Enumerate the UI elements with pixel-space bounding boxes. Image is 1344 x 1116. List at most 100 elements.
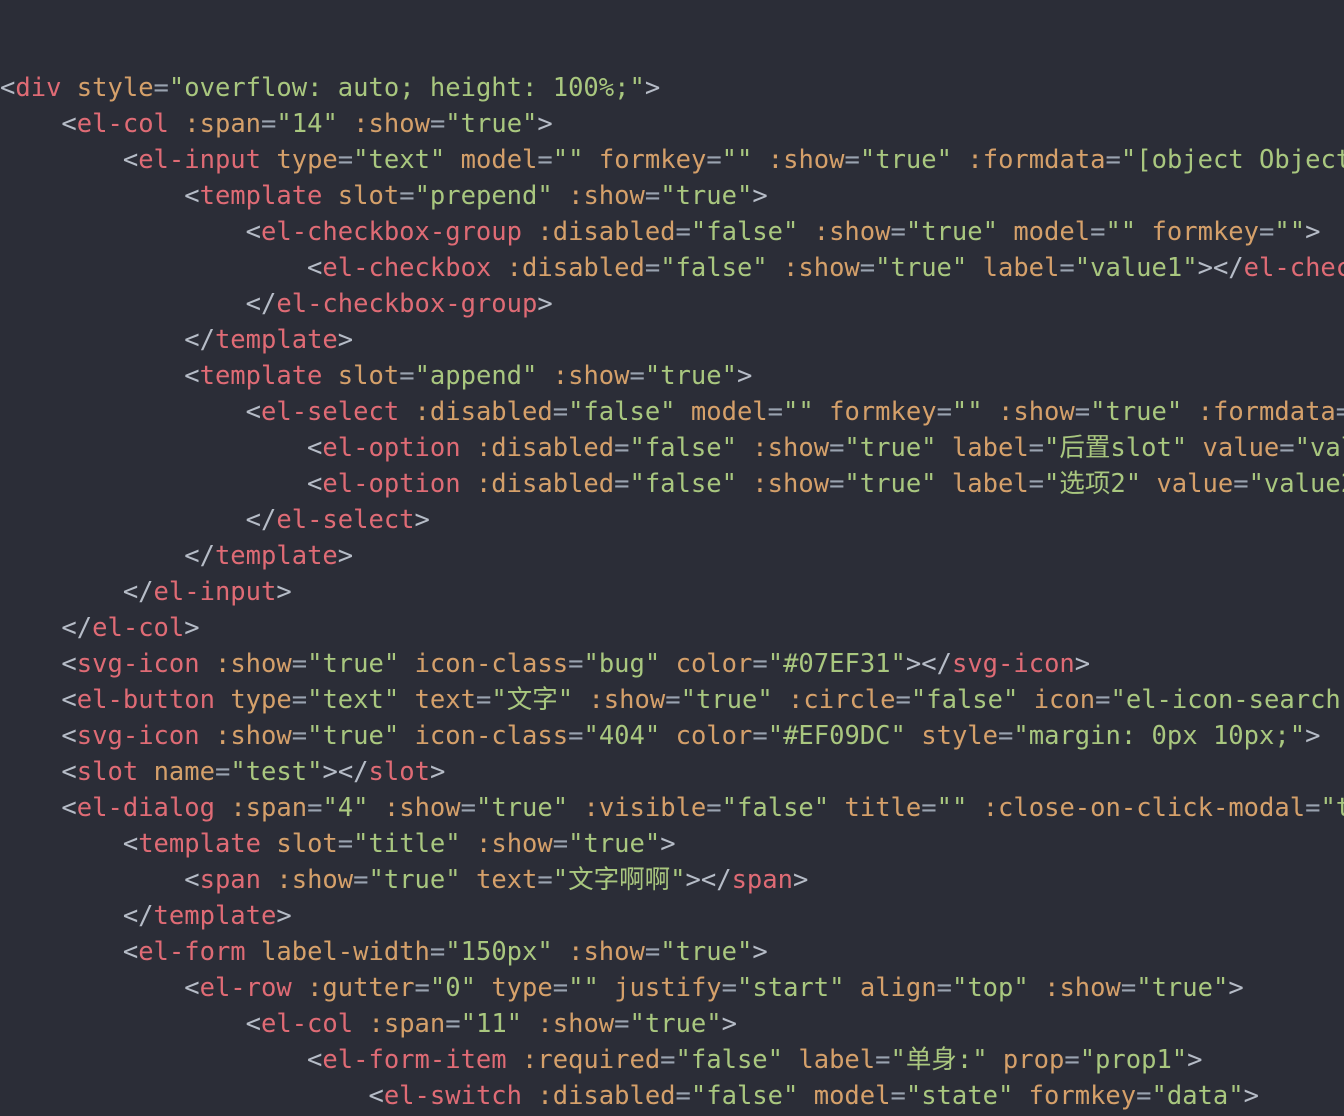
code-line[interactable]: <slot name="test"></slot> xyxy=(0,754,1344,790)
code-line[interactable]: <el-select :disabled="false" model="" fo… xyxy=(0,394,1344,430)
code-token-attr: :show xyxy=(475,829,553,859)
code-token-val: "text" xyxy=(307,685,400,715)
code-token-punct: < xyxy=(61,109,77,139)
code-line[interactable]: <template slot="title" :show="true"> xyxy=(0,826,1344,862)
code-token-attr: style xyxy=(76,73,154,103)
code-token-val: "false" xyxy=(629,433,737,463)
code-line[interactable]: <el-option :disabled="false" :show="true… xyxy=(0,430,1344,466)
code-line[interactable]: <el-switch :disabled="false" model="stat… xyxy=(0,1078,1344,1114)
code-token-eq: = xyxy=(1064,1045,1080,1075)
code-line[interactable]: <svg-icon :show="true" icon-class="bug" … xyxy=(0,646,1344,682)
code-line[interactable]: <el-col :span="14" :show="true"> xyxy=(0,106,1344,142)
code-token-attr: :span xyxy=(368,1009,446,1039)
code-token-eq: = xyxy=(614,1009,630,1039)
code-line[interactable]: <template slot="append" :show="true"> xyxy=(0,358,1344,394)
code-line[interactable]: <el-input type="text" model="" formkey="… xyxy=(0,142,1344,178)
code-line[interactable]: <el-row :gutter="0" type="" justify="sta… xyxy=(0,970,1344,1006)
code-token-punct: < xyxy=(184,865,200,895)
code-token-val: "true" xyxy=(307,721,400,751)
code-token-val: "" xyxy=(1105,217,1137,247)
code-token-attr: label xyxy=(982,253,1060,283)
code-token-punct: > xyxy=(752,937,768,967)
code-token-tag: el-checkbox xyxy=(1243,253,1344,283)
code-token-eq: = xyxy=(895,685,911,715)
code-token-eq: = xyxy=(1136,1081,1152,1111)
code-token-punct: > xyxy=(644,73,661,103)
code-content-area[interactable]: <div style="overflow: auto; height: 100%… xyxy=(0,0,1344,1116)
code-token-val: "true" xyxy=(629,1009,722,1039)
code-token-attr: model xyxy=(460,145,538,175)
code-line[interactable]: </template> xyxy=(0,898,1344,934)
code-token-val: "title" xyxy=(353,829,461,859)
code-line[interactable]: <div style="overflow: auto; height: 100%… xyxy=(0,70,1344,106)
code-token-tag: template xyxy=(214,325,338,355)
code-line[interactable]: <svg-icon :show="true" icon-class="404" … xyxy=(0,718,1344,754)
code-token-val: "false" xyxy=(629,469,737,499)
code-token-attr: color xyxy=(675,649,753,679)
code-token-eq: = xyxy=(890,217,906,247)
code-token-val: "value2" xyxy=(1248,469,1344,499)
code-token-eq: = xyxy=(445,1009,461,1039)
code-line[interactable]: </el-input> xyxy=(0,574,1344,610)
code-line[interactable]: <el-col :span="11" :show="true"> xyxy=(0,1006,1344,1042)
code-line[interactable]: <el-button type="text" text="文字" :show="… xyxy=(0,682,1344,718)
code-line[interactable]: </el-checkbox-group> xyxy=(0,286,1344,322)
code-line[interactable]: <el-form label-width="150px" :show="true… xyxy=(0,934,1344,970)
code-token-punct: > xyxy=(660,829,676,859)
code-line[interactable]: <template slot="prepend" :show="true"> xyxy=(0,178,1344,214)
code-token-punct: > xyxy=(721,1009,737,1039)
code-line[interactable]: <span :show="true" text="文字啊啊"></span> xyxy=(0,862,1344,898)
code-token-punct: </ xyxy=(700,865,732,895)
code-token-punct: </ xyxy=(245,289,277,319)
code-token-val: "start" xyxy=(737,973,845,1003)
code-line[interactable]: </template> xyxy=(0,322,1344,358)
code-token-val: "value1" xyxy=(1294,433,1344,463)
code-token-attr: value xyxy=(1202,433,1280,463)
code-line[interactable]: <el-form-item :required="false" label="单… xyxy=(0,1042,1344,1078)
code-line[interactable]: <el-checkbox :disabled="false" :show="tr… xyxy=(0,250,1344,286)
code-token-val: "prop1" xyxy=(1079,1045,1188,1075)
code-token-punct: > xyxy=(337,541,354,571)
code-line[interactable]: </el-col> xyxy=(0,610,1344,646)
code-token-eq: = xyxy=(537,145,553,175)
code-token-attr: :show xyxy=(214,721,292,751)
code-token-eq: = xyxy=(644,253,661,283)
code-line[interactable]: </template> xyxy=(0,538,1344,574)
code-token-eq: = xyxy=(752,721,768,751)
code-token-val: "0" xyxy=(429,973,476,1003)
code-token-val: "true" xyxy=(844,469,937,499)
code-line[interactable]: <el-checkbox-group :disabled="false" :sh… xyxy=(0,214,1344,250)
code-token-attr: :span xyxy=(184,109,262,139)
code-token-val: "" xyxy=(568,973,599,1003)
code-token-punct: > xyxy=(1305,721,1321,751)
code-line[interactable]: </el-select> xyxy=(0,502,1344,538)
code-token-eq: = xyxy=(476,685,492,715)
code-token-punct: > xyxy=(414,505,430,535)
code-token-val: "true" xyxy=(307,649,400,679)
code-line[interactable]: <el-option :disabled="false" :show="true… xyxy=(0,466,1344,502)
code-line[interactable]: <el-dialog :span="4" :show="true" :visib… xyxy=(0,790,1344,826)
code-token-tag: svg-icon xyxy=(76,649,200,679)
code-token-attr: :disabled xyxy=(537,217,676,247)
code-token-val: "404" xyxy=(583,721,661,751)
code-token-eq: = xyxy=(721,973,738,1003)
code-token-attr: value xyxy=(1156,469,1234,499)
code-token-punct: < xyxy=(61,721,77,751)
code-token-eq: = xyxy=(214,757,231,787)
